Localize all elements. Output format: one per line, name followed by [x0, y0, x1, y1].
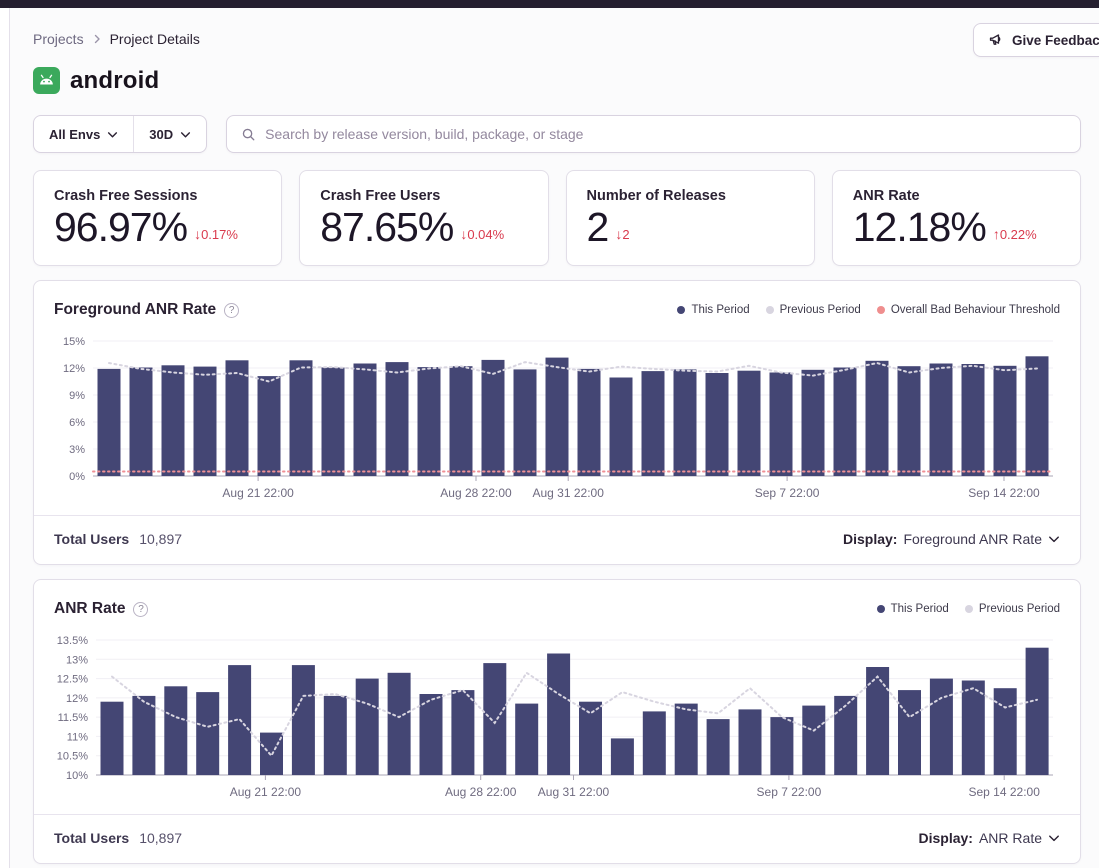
svg-text:Aug 31 22:00: Aug 31 22:00 — [538, 785, 610, 799]
legend-item[interactable]: This Period — [877, 603, 949, 615]
environment-filter-dropdown[interactable]: All Envs — [34, 116, 133, 152]
total-users-value: 10,897 — [139, 830, 182, 846]
svg-text:10%: 10% — [66, 770, 88, 782]
date-range-label: 30D — [149, 127, 173, 142]
help-icon[interactable]: ? — [224, 303, 239, 318]
chart-legend: This Period Previous Period — [877, 603, 1060, 615]
total-users-label: Total Users — [54, 830, 129, 846]
stat-label: Crash Free Sessions — [54, 188, 261, 204]
chevron-down-icon — [1048, 533, 1060, 545]
project-title-row: android — [33, 63, 1081, 98]
anr-rate-chart[interactable]: 10% 10.5% 11% 11.5% 12% 12.5% 13% 13.5% Aug 21 2… — [34, 624, 1080, 814]
svg-text:12%: 12% — [63, 363, 85, 375]
svg-text:12.5%: 12.5% — [57, 674, 88, 686]
foreground-anr-rate-panel: Foreground ANR Rate ? This Period Previo… — [33, 280, 1081, 565]
stats-row: Crash Free Sessions 96.97% ↓0.17% Crash … — [33, 170, 1081, 266]
page-title: android — [70, 67, 159, 95]
android-platform-icon — [33, 67, 60, 94]
legend-item[interactable]: Previous Period — [965, 603, 1060, 615]
svg-text:11%: 11% — [67, 731, 88, 743]
give-feedback-button[interactable]: Give Feedback — [973, 23, 1099, 57]
legend-item[interactable]: This Period — [677, 304, 749, 316]
svg-text:10.5%: 10.5% — [57, 751, 88, 763]
breadcrumb: Projects Project Details — [33, 30, 1081, 48]
stat-delta: ↓2 — [615, 226, 629, 249]
svg-text:0%: 0% — [69, 471, 85, 483]
svg-text:3%: 3% — [69, 444, 85, 456]
filter-row: All Envs 30D — [33, 115, 1081, 153]
chevron-down-icon — [107, 129, 118, 140]
main-content: Projects Project Details Give Feedback — [11, 8, 1099, 868]
svg-text:11.5%: 11.5% — [58, 712, 89, 724]
chart-legend: This Period Previous Period Overall Bad … — [677, 304, 1060, 316]
svg-text:13%: 13% — [66, 654, 88, 666]
svg-text:15%: 15% — [63, 336, 85, 348]
svg-text:12%: 12% — [66, 693, 88, 705]
breadcrumb-project-details: Project Details — [110, 31, 200, 47]
chevron-down-icon — [1048, 832, 1060, 844]
legend-dot-icon — [877, 306, 885, 314]
total-users-label: Total Users — [54, 531, 129, 547]
stat-label: Number of Releases — [587, 188, 794, 204]
chevron-down-icon — [180, 129, 191, 140]
svg-text:Sep 14 22:00: Sep 14 22:00 — [968, 486, 1040, 500]
legend-item[interactable]: Previous Period — [766, 304, 861, 316]
environment-filter-label: All Envs — [49, 127, 100, 142]
legend-dot-icon — [677, 306, 685, 314]
stat-card-anr-rate: ANR Rate 12.18% ↑0.22% — [832, 170, 1081, 266]
display-value: Foreground ANR Rate — [903, 531, 1042, 547]
svg-text:13.5%: 13.5% — [57, 635, 88, 647]
left-rail — [0, 8, 10, 868]
svg-text:Aug 28 22:00: Aug 28 22:00 — [440, 486, 512, 500]
stat-card-crash-free-users: Crash Free Users 87.65% ↓0.04% — [299, 170, 548, 266]
total-users: Total Users 10,897 — [54, 531, 182, 547]
display-label: Display: — [843, 531, 897, 547]
stat-delta: ↑0.22% — [993, 226, 1037, 249]
svg-text:Aug 28 22:00: Aug 28 22:00 — [445, 785, 517, 799]
stat-delta: ↓0.17% — [194, 226, 238, 249]
stat-label: ANR Rate — [853, 188, 1060, 204]
foreground-anr-rate-chart[interactable]: 0% 3% 6% 9% 12% 15% Aug 21 22:00 Aug 28 22:00 Au… — [34, 325, 1080, 515]
give-feedback-label: Give Feedback — [1012, 33, 1099, 48]
stat-card-crash-free-sessions: Crash Free Sessions 96.97% ↓0.17% — [33, 170, 282, 266]
svg-text:Sep 7 22:00: Sep 7 22:00 — [757, 785, 822, 799]
stat-value: 12.18% — [853, 206, 986, 249]
legend-dot-icon — [877, 605, 885, 613]
stat-delta: ↓0.04% — [460, 226, 504, 249]
display-value: ANR Rate — [979, 830, 1042, 846]
chart-title: Foreground ANR Rate — [54, 301, 216, 319]
anr-rate-panel: ANR Rate ? This Period Previous Period 1… — [33, 579, 1081, 864]
svg-text:Aug 31 22:00: Aug 31 22:00 — [532, 486, 604, 500]
svg-text:Sep 14 22:00: Sep 14 22:00 — [968, 785, 1040, 799]
breadcrumb-projects[interactable]: Projects — [33, 31, 84, 47]
stat-value: 2 — [587, 206, 609, 249]
legend-dot-icon — [965, 605, 973, 613]
svg-text:Sep 7 22:00: Sep 7 22:00 — [755, 486, 820, 500]
stat-value: 87.65% — [320, 206, 453, 249]
stat-value: 96.97% — [54, 206, 187, 249]
release-search-box — [226, 115, 1081, 153]
search-icon — [241, 127, 256, 142]
chart-title: ANR Rate — [54, 600, 125, 618]
filter-pill-group: All Envs 30D — [33, 115, 207, 153]
display-selector[interactable]: Display: Foreground ANR Rate — [843, 531, 1060, 547]
display-label: Display: — [919, 830, 973, 846]
stat-card-number-of-releases: Number of Releases 2 ↓2 — [566, 170, 815, 266]
legend-item[interactable]: Overall Bad Behaviour Threshold — [877, 304, 1060, 316]
megaphone-icon — [988, 32, 1004, 48]
svg-text:9%: 9% — [69, 390, 85, 402]
help-icon[interactable]: ? — [133, 602, 148, 617]
total-users: Total Users 10,897 — [54, 830, 182, 846]
stat-label: Crash Free Users — [320, 188, 527, 204]
top-bar — [0, 0, 1099, 8]
total-users-value: 10,897 — [139, 531, 182, 547]
svg-text:Aug 21 22:00: Aug 21 22:00 — [230, 785, 302, 799]
svg-text:6%: 6% — [69, 417, 85, 429]
legend-dot-icon — [766, 306, 774, 314]
chevron-right-icon — [92, 34, 102, 44]
svg-text:Aug 21 22:00: Aug 21 22:00 — [222, 486, 294, 500]
search-input[interactable] — [265, 126, 1066, 142]
display-selector[interactable]: Display: ANR Rate — [919, 830, 1061, 846]
date-range-dropdown[interactable]: 30D — [134, 116, 206, 152]
